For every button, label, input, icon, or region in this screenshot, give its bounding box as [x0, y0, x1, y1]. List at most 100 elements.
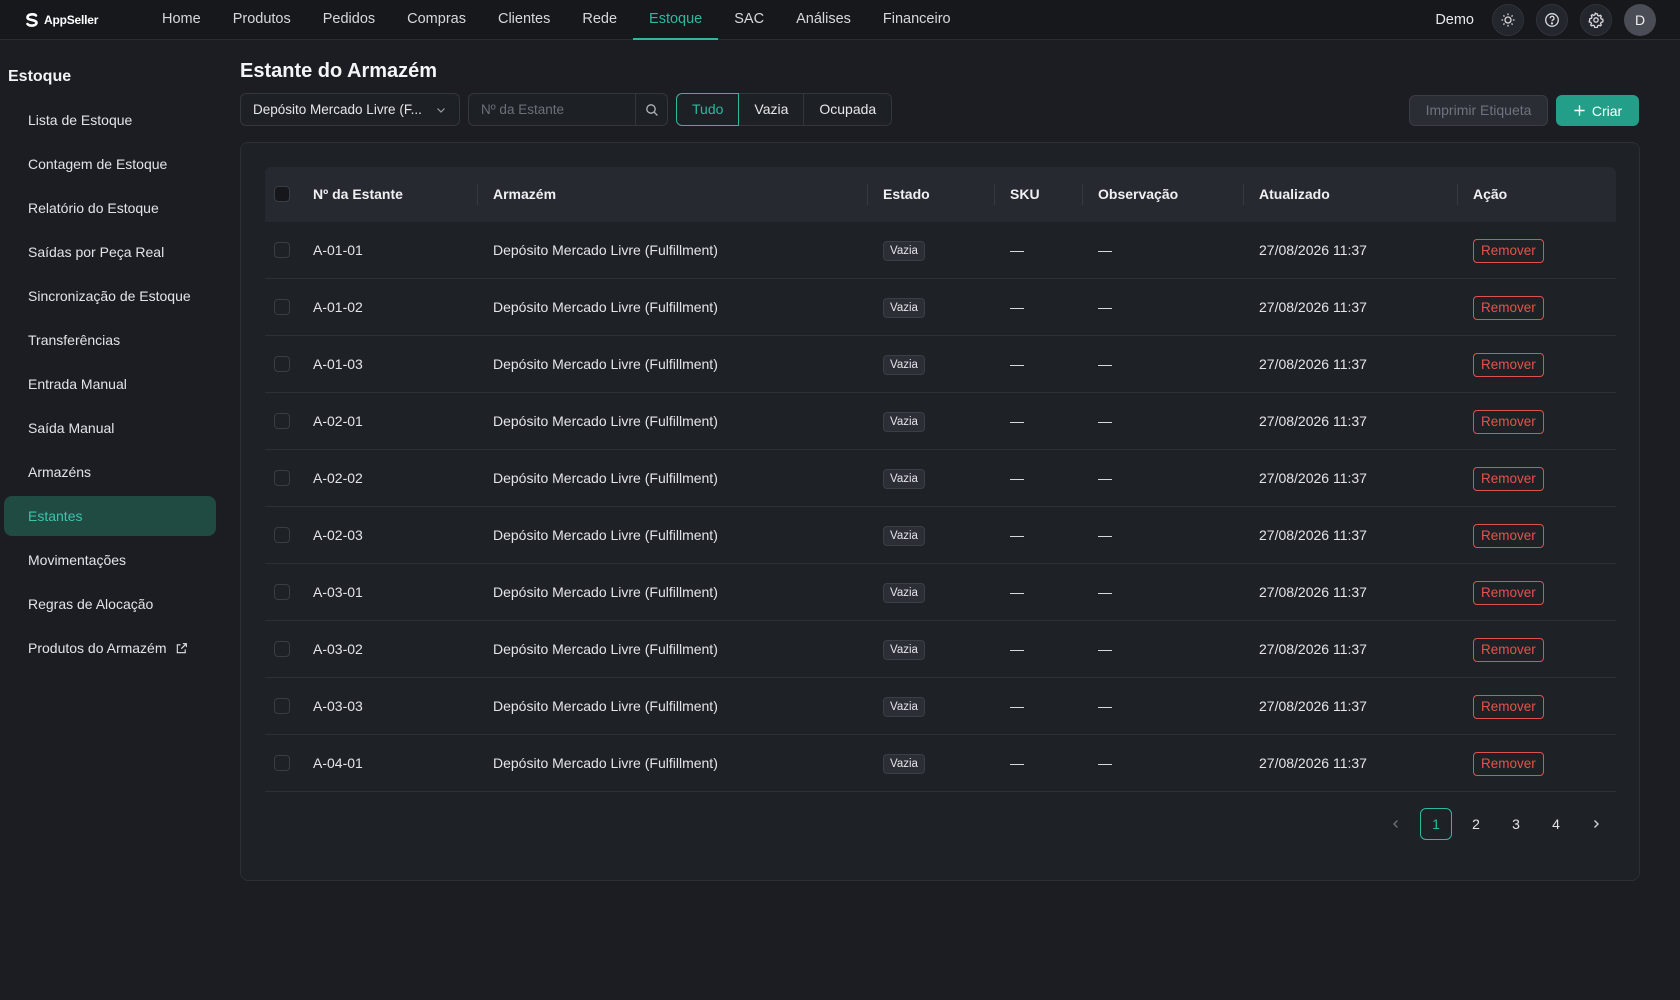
sidebar-item-contagem-de-estoque[interactable]: Contagem de Estoque — [4, 144, 216, 184]
sidebar-item-produtos-do-armazem[interactable]: Produtos do Armazém — [4, 628, 216, 668]
page-button-3[interactable]: 3 — [1500, 808, 1532, 840]
cell-warehouse: Depósito Mercado Livre (Fulfillment) — [493, 755, 718, 771]
remove-button[interactable]: Remover — [1473, 353, 1544, 378]
remove-button[interactable]: Remover — [1473, 638, 1544, 663]
cell-note: — — [1098, 584, 1112, 600]
prev-page-button[interactable] — [1380, 808, 1412, 840]
cell-warehouse: Depósito Mercado Livre (Fulfillment) — [493, 413, 718, 429]
table-row[interactable]: A-03-03 Depósito Mercado Livre (Fulfillme… — [265, 678, 1616, 735]
sidebar-item-saidas-por-peca-real[interactable]: Saídas por Peça Real — [4, 232, 216, 272]
shelf-search — [468, 93, 668, 126]
segment-tudo[interactable]: Tudo — [676, 93, 740, 126]
page-button-2[interactable]: 2 — [1460, 808, 1492, 840]
sidebar-item-estantes[interactable]: Estantes — [4, 496, 216, 536]
cell-status: Vazia — [883, 678, 925, 735]
create-button-label: Criar — [1591, 102, 1623, 119]
nav-item-sac[interactable]: SAC — [718, 0, 780, 40]
sidebar-item-lista-de-estoque[interactable]: Lista de Estoque — [4, 100, 216, 140]
row-checkbox[interactable] — [274, 356, 290, 372]
settings-button[interactable] — [1580, 3, 1612, 36]
nav-item-financeiro[interactable]: Financeiro — [867, 0, 967, 40]
nav-item-home[interactable]: Home — [146, 0, 217, 40]
next-page-button[interactable] — [1580, 808, 1612, 840]
brand-logo[interactable]: AppSeller — [24, 12, 124, 28]
shelves-card: Nº da Estante Armazém Estado SKU Observa… — [240, 142, 1640, 881]
status-badge: Vazia — [883, 241, 925, 262]
column-header-shelf[interactable]: Nº da Estante — [313, 167, 403, 222]
sidebar-item-armazens[interactable]: Armazéns — [4, 452, 216, 492]
remove-button[interactable]: Remover — [1473, 296, 1544, 321]
sidebar-item-relatorio-do-estoque[interactable]: Relatório do Estoque — [4, 188, 216, 228]
sidebar-item-sincronizacao-de-estoque[interactable]: Sincronização de Estoque — [4, 276, 216, 316]
status-badge: Vazia — [883, 526, 925, 547]
sidebar-item-saida-manual[interactable]: Saída Manual — [4, 408, 216, 448]
row-checkbox[interactable] — [274, 584, 290, 600]
warehouse-select[interactable]: Depósito Mercado Livre (F... — [240, 93, 460, 126]
page-title: Estante do Armazém — [240, 60, 438, 82]
remove-button[interactable]: Remover — [1473, 467, 1544, 492]
row-checkbox[interactable] — [274, 242, 290, 258]
column-header-updated[interactable]: Atualizado — [1259, 167, 1330, 222]
column-header-status[interactable]: Estado — [883, 167, 930, 222]
row-checkbox[interactable] — [274, 413, 290, 429]
row-checkbox[interactable] — [274, 641, 290, 657]
page-button-4[interactable]: 4 — [1540, 808, 1572, 840]
help-button[interactable] — [1536, 3, 1568, 36]
status-badge: Vazia — [883, 583, 925, 604]
select-all-checkbox[interactable] — [274, 186, 290, 202]
table-row[interactable]: A-01-03 Depósito Mercado Livre (Fulfillme… — [265, 336, 1616, 393]
table-row[interactable]: A-01-01 Depósito Mercado Livre (Fulfillme… — [265, 222, 1616, 279]
nav-item-analises[interactable]: Análises — [780, 0, 867, 40]
sidebar-item-transferencias[interactable]: Transferências — [4, 320, 216, 360]
nav-item-rede[interactable]: Rede — [566, 0, 633, 40]
row-checkbox[interactable] — [274, 698, 290, 714]
row-checkbox[interactable] — [274, 470, 290, 486]
nav-item-clientes[interactable]: Clientes — [482, 0, 566, 40]
remove-button[interactable]: Remover — [1473, 695, 1544, 720]
sidebar-item-movimentacoes[interactable]: Movimentações — [4, 540, 216, 580]
nav-item-produtos[interactable]: Produtos — [217, 0, 307, 40]
remove-button[interactable]: Remover — [1473, 581, 1544, 606]
avatar[interactable]: D — [1624, 3, 1656, 36]
remove-button[interactable]: Remover — [1473, 239, 1544, 264]
sidebar-item-entrada-manual[interactable]: Entrada Manual — [4, 364, 216, 404]
column-header-note[interactable]: Observação — [1098, 167, 1178, 222]
table-row[interactable]: A-03-01 Depósito Mercado Livre (Fulfillme… — [265, 564, 1616, 621]
create-button[interactable]: Criar — [1556, 95, 1639, 126]
table-row[interactable]: A-02-02 Depósito Mercado Livre (Fulfillme… — [265, 450, 1616, 507]
remove-button[interactable]: Remover — [1473, 410, 1544, 435]
status-badge: Vazia — [883, 412, 925, 433]
cell-action: Remover — [1473, 336, 1544, 393]
segment-ocupada[interactable]: Ocupada — [803, 93, 893, 126]
table-row[interactable]: A-02-01 Depósito Mercado Livre (Fulfillme… — [265, 393, 1616, 450]
nav-item-pedidos[interactable]: Pedidos — [307, 0, 391, 40]
theme-toggle-button[interactable] — [1492, 3, 1524, 36]
cell-action: Remover — [1473, 279, 1544, 336]
row-checkbox[interactable] — [274, 527, 290, 543]
table-row[interactable]: A-02-03 Depósito Mercado Livre (Fulfillme… — [265, 507, 1616, 564]
row-checkbox[interactable] — [274, 299, 290, 315]
shelf-search-input[interactable] — [469, 94, 635, 125]
page-button-1[interactable]: 1 — [1420, 808, 1452, 840]
column-header-sku[interactable]: SKU — [1010, 167, 1040, 222]
print-label-button[interactable]: Imprimir Etiqueta — [1409, 95, 1548, 126]
segment-vazia[interactable]: Vazia — [738, 93, 805, 126]
remove-button[interactable]: Remover — [1473, 752, 1544, 777]
remove-button[interactable]: Remover — [1473, 524, 1544, 549]
gear-icon — [1588, 11, 1604, 28]
row-checkbox[interactable] — [274, 755, 290, 771]
search-button[interactable] — [635, 94, 667, 125]
cell-note: — — [1098, 356, 1112, 372]
user-name[interactable]: Demo — [1435, 12, 1474, 28]
cell-action: Remover — [1473, 222, 1544, 279]
cell-updated: 27/08/2026 11:37 — [1259, 299, 1367, 315]
table-row[interactable]: A-01-02 Depósito Mercado Livre (Fulfillme… — [265, 279, 1616, 336]
column-divider — [994, 184, 995, 205]
table-row[interactable]: A-03-02 Depósito Mercado Livre (Fulfillme… — [265, 621, 1616, 678]
sidebar-item-label: Saídas por Peça Real — [28, 244, 165, 260]
sidebar-item-regras-de-alocacao[interactable]: Regras de Alocação — [4, 584, 216, 624]
nav-item-compras[interactable]: Compras — [391, 0, 482, 40]
nav-item-estoque[interactable]: Estoque — [633, 0, 719, 40]
table-row[interactable]: A-04-01 Depósito Mercado Livre (Fulfillme… — [265, 735, 1616, 792]
column-header-warehouse[interactable]: Armazém — [493, 167, 556, 222]
